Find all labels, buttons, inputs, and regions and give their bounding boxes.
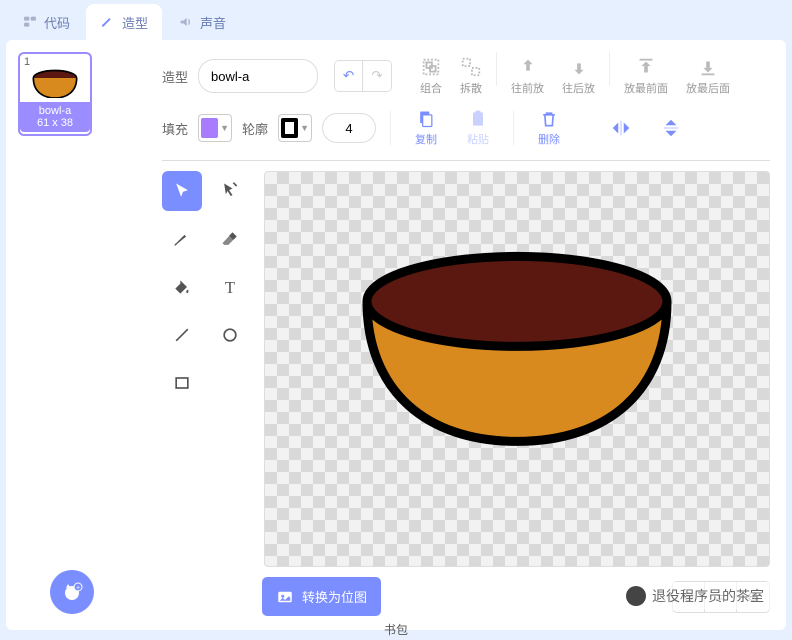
separator xyxy=(513,111,514,145)
rectangle-tool[interactable] xyxy=(162,363,202,403)
wechat-icon xyxy=(626,586,646,606)
brush-icon xyxy=(100,14,116,30)
flip-horizontal-icon[interactable] xyxy=(610,117,632,139)
divider xyxy=(162,160,770,161)
cat-icon: + xyxy=(60,580,84,604)
costume-number: 1 xyxy=(24,56,30,68)
chevron-down-icon: ▼ xyxy=(300,123,309,133)
paste-label: 粘贴 xyxy=(467,131,489,147)
undo-redo-group: ↶ ↷ xyxy=(334,60,392,92)
select-tool[interactable] xyxy=(162,171,202,211)
outline-color-box xyxy=(281,118,298,138)
copy-icon xyxy=(416,109,436,129)
ungroup-button[interactable]: 拆散 xyxy=(452,52,490,100)
separator xyxy=(609,52,610,86)
ungroup-icon xyxy=(460,56,482,78)
costume-name-input[interactable] xyxy=(198,59,318,93)
drawing-canvas[interactable] xyxy=(264,171,770,567)
undo-button[interactable]: ↶ xyxy=(335,61,363,91)
tab-code[interactable]: 代码 xyxy=(8,4,84,40)
separator xyxy=(496,52,497,86)
fill-tool[interactable] xyxy=(162,267,202,307)
editor-tabs: 代码 造型 声音 xyxy=(0,0,792,40)
sound-icon xyxy=(178,14,194,30)
costume-thumbnail xyxy=(30,68,80,98)
costume-name: bowl-a xyxy=(20,105,90,117)
front-button[interactable]: 放最前面 xyxy=(616,52,676,100)
forward-icon xyxy=(517,56,539,78)
back-icon xyxy=(697,56,719,78)
forward-button[interactable]: 往前放 xyxy=(503,52,552,100)
backpack-label[interactable]: 书包 xyxy=(384,621,408,638)
back-label: 放最后面 xyxy=(686,80,730,96)
tab-code-label: 代码 xyxy=(44,13,70,32)
costume-sidebar: 1 bowl-a 61 x 38 + xyxy=(6,40,146,630)
brush-tool[interactable] xyxy=(162,219,202,259)
tab-sound[interactable]: 声音 xyxy=(164,4,240,40)
paste-button[interactable]: 粘贴 xyxy=(457,107,499,149)
fill-color-box xyxy=(201,118,218,138)
chevron-down-icon: ▼ xyxy=(220,123,229,133)
workspace: T xyxy=(162,171,770,567)
convert-to-bitmap-button[interactable]: 转换为位图 xyxy=(262,577,381,616)
outline-label: 轮廓 xyxy=(242,119,268,138)
stroke-width-input[interactable] xyxy=(322,113,376,143)
backward-icon xyxy=(568,56,590,78)
redo-button[interactable]: ↷ xyxy=(363,61,391,91)
reshape-tool[interactable] xyxy=(210,171,250,211)
fill-color-picker[interactable]: ▼ xyxy=(198,114,232,142)
delete-label: 删除 xyxy=(538,131,560,147)
separator xyxy=(390,111,391,145)
tab-costume[interactable]: 造型 xyxy=(86,4,162,40)
costume-size: 61 x 38 xyxy=(20,117,90,129)
svg-text:T: T xyxy=(225,278,235,297)
bitmap-icon xyxy=(276,588,294,606)
watermark: 退役程序员的茶室 xyxy=(618,582,772,610)
front-label: 放最前面 xyxy=(624,80,668,96)
copy-label: 复制 xyxy=(415,131,437,147)
forward-label: 往前放 xyxy=(511,80,544,96)
trash-icon xyxy=(539,109,559,129)
backward-label: 往后放 xyxy=(562,80,595,96)
watermark-text: 退役程序员的茶室 xyxy=(652,586,764,606)
costume-caption: bowl-a 61 x 38 xyxy=(20,102,90,132)
outline-color-picker[interactable]: ▼ xyxy=(278,114,312,142)
circle-tool[interactable] xyxy=(210,315,250,355)
delete-button[interactable]: 删除 xyxy=(528,107,570,149)
group-label: 组合 xyxy=(420,80,442,96)
editor-style-row: 填充 ▼ 轮廓 ▼ 复制 粘贴 删除 xyxy=(162,106,770,150)
back-button[interactable]: 放最后面 xyxy=(678,52,738,100)
editor-top-row: 造型 ↶ ↷ 组合 拆散 往前放 往后放 放最前面 放最后面 xyxy=(162,54,770,98)
costume-list-item[interactable]: 1 bowl-a 61 x 38 xyxy=(18,52,92,136)
add-costume-button[interactable]: + xyxy=(50,570,94,614)
drawing-tools: T xyxy=(162,171,250,567)
bowl-artwork xyxy=(347,241,687,461)
eraser-tool[interactable] xyxy=(210,219,250,259)
text-tool[interactable]: T xyxy=(210,267,250,307)
code-icon xyxy=(22,14,38,30)
paste-icon xyxy=(468,109,488,129)
group-icon xyxy=(420,56,442,78)
backward-button[interactable]: 往后放 xyxy=(554,52,603,100)
front-icon xyxy=(635,56,657,78)
copy-button[interactable]: 复制 xyxy=(405,107,447,149)
line-tool[interactable] xyxy=(162,315,202,355)
flip-vertical-icon[interactable] xyxy=(660,117,682,139)
main-panel: 1 bowl-a 61 x 38 + 造型 ↶ ↷ 组合 拆散 往前放 往后放 xyxy=(6,40,786,630)
group-button[interactable]: 组合 xyxy=(412,52,450,100)
convert-label: 转换为位图 xyxy=(302,587,367,606)
ungroup-label: 拆散 xyxy=(460,80,482,96)
costume-name-label: 造型 xyxy=(162,67,188,86)
fill-label: 填充 xyxy=(162,119,188,138)
tab-costume-label: 造型 xyxy=(122,13,148,32)
tab-sound-label: 声音 xyxy=(200,13,226,32)
costume-editor: 造型 ↶ ↷ 组合 拆散 往前放 往后放 放最前面 放最后面 填充 ▼ 轮廓 ▼ xyxy=(146,40,786,630)
svg-text:+: + xyxy=(76,585,80,592)
